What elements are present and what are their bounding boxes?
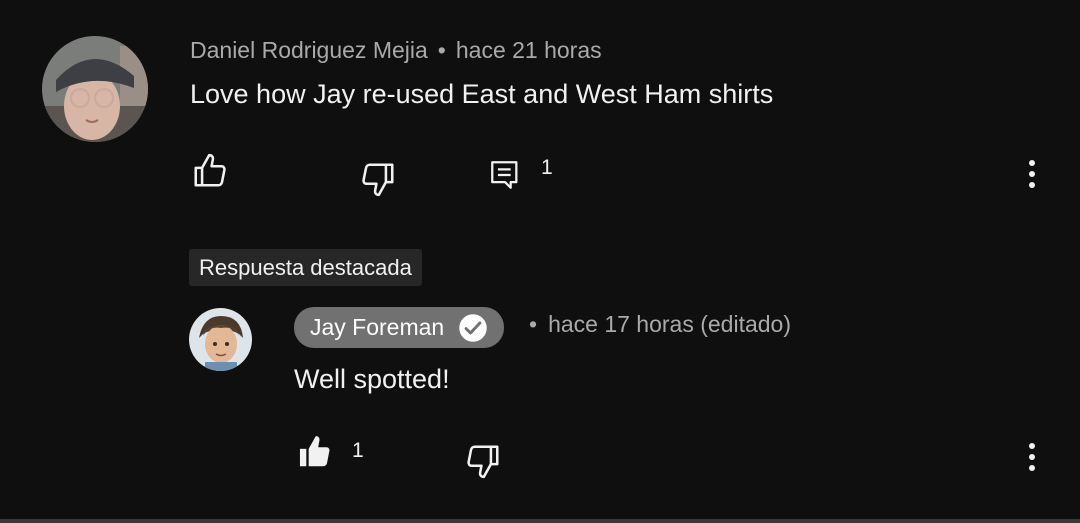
highlighted-reply-badge: Respuesta destacada: [189, 249, 422, 286]
comment-more-button[interactable]: [1014, 152, 1050, 196]
reply-author-avatar[interactable]: [189, 308, 252, 371]
thumbs-down-outline-icon: [362, 163, 394, 197]
creator-name-pill[interactable]: Jay Foreman: [294, 307, 505, 348]
reply-author: Jay Foreman: [310, 314, 445, 340]
thumbs-up-outline-icon: [194, 153, 226, 187]
verified-check-icon: [458, 313, 488, 343]
reply-like-count: 1: [352, 439, 364, 462]
reply-button[interactable]: [484, 152, 526, 198]
reply-text: Well spotted!: [294, 364, 450, 394]
comment-icon: [491, 161, 518, 189]
thumbs-up-filled-icon: [299, 436, 330, 467]
reply-more-button[interactable]: [1014, 435, 1050, 479]
comment-timestamp[interactable]: hace 21 horas: [456, 37, 602, 63]
thumbs-down-outline-icon: [467, 445, 499, 479]
reply-meta: • hace 17 horas (editado): [529, 309, 791, 339]
reply-timestamp[interactable]: hace 17 horas (editado): [548, 311, 791, 337]
dislike-button[interactable]: [354, 156, 402, 202]
reply-dislike-button[interactable]: [459, 438, 507, 484]
meta-separator: •: [437, 37, 446, 63]
like-button[interactable]: [186, 148, 234, 194]
comment-header: Daniel Rodriguez Mejia • hace 21 horas: [190, 35, 602, 65]
commenter-avatar[interactable]: [42, 36, 148, 142]
reply-like-button[interactable]: [292, 430, 338, 474]
more-vert-icon: [1029, 160, 1035, 188]
meta-separator: •: [529, 311, 538, 337]
reply-count: 1: [541, 156, 553, 179]
bottom-divider: [0, 519, 1080, 523]
comment-text: Love how Jay re-used East and West Ham s…: [190, 79, 774, 109]
comment-author[interactable]: Daniel Rodriguez Mejia: [190, 37, 428, 63]
more-vert-icon: [1029, 443, 1035, 471]
